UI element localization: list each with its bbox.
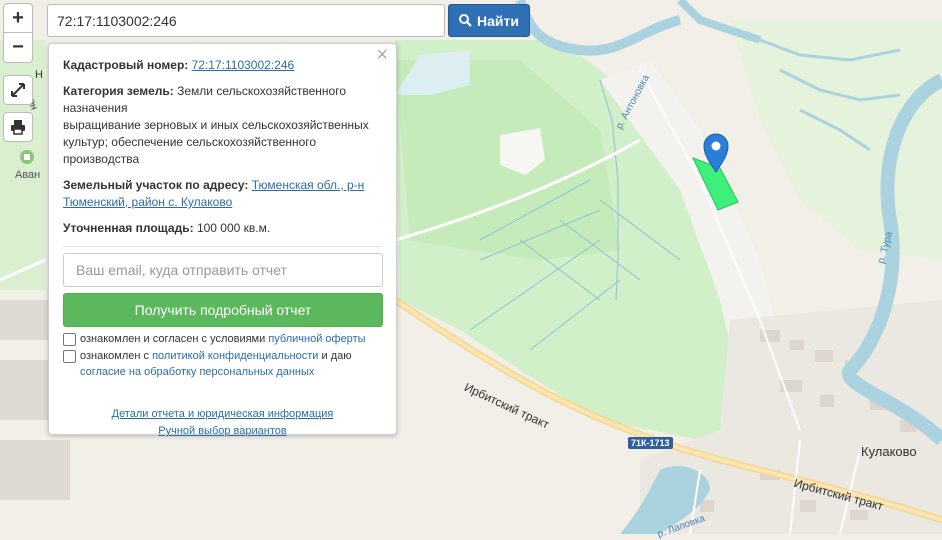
get-report-button[interactable]: Получить подробный отчет	[63, 293, 383, 327]
consent-privacy-label: и даю	[321, 350, 352, 362]
area-row: Уточненная площадь: 100 000 кв.м.	[63, 220, 382, 237]
consent-offer-text: ознакомлен и согласен с условиями публич…	[80, 331, 366, 347]
public-offer-link[interactable]: публичной оферты	[268, 333, 365, 345]
category-value: производства	[63, 152, 140, 166]
consent-privacy-row: ознакомлен с политикой конфиденциальност…	[63, 348, 382, 380]
cadastral-row: Кадастровый номер: 72:17:1103002:246	[63, 57, 382, 74]
address-link[interactable]: Тюменский, район с. Кулаково	[63, 195, 232, 209]
report-details-row: Детали отчета и юридическая информация	[63, 406, 382, 422]
category-value: Земли сельскохозяйственного	[177, 84, 347, 98]
category-value: назначения	[63, 101, 128, 115]
road-number-badge: 71К-1713	[628, 437, 673, 449]
search-button-label: Найти	[477, 12, 519, 29]
zoom-in-button[interactable]: +	[3, 3, 33, 33]
category-row: Категория земель: Земли сельскохозяйстве…	[63, 83, 382, 168]
address-label: Земельный участок по адресу:	[63, 178, 249, 192]
email-field[interactable]: Ваш email, куда отправить отчет	[63, 253, 383, 287]
area-label: Уточненная площадь:	[63, 221, 194, 235]
personal-data-consent-link[interactable]: согласие на обработку персональных данны…	[80, 366, 314, 378]
consent-offer-row: ознакомлен и согласен с условиями публич…	[63, 331, 382, 347]
category-value: культур; обеспечение сельскохозяйственно…	[63, 135, 317, 149]
street-label-partial: Н	[35, 69, 43, 81]
fullscreen-button[interactable]	[3, 75, 33, 105]
consent-offer-label: ознакомлен и согласен с условиями	[80, 333, 266, 345]
search-icon	[459, 14, 472, 27]
cadastral-label: Кадастровый номер:	[63, 58, 189, 72]
manual-selection-link[interactable]: Ручной выбор вариантов	[158, 425, 286, 437]
divider	[63, 246, 382, 247]
consent-offer-checkbox[interactable]	[63, 333, 76, 346]
consent-privacy-checkbox[interactable]	[63, 350, 76, 363]
printer-icon	[11, 120, 25, 135]
parcel-info-popup: × Кадастровый номер: 72:17:1103002:246 К…	[48, 43, 397, 437]
consent-privacy-label: ознакомлен с	[80, 350, 150, 362]
privacy-policy-link[interactable]: политикой конфиденциальности	[152, 350, 318, 362]
report-details-link[interactable]: Детали отчета и юридическая информация	[112, 408, 334, 420]
print-button[interactable]	[3, 112, 33, 142]
cadastral-link[interactable]: 72:17:1103002:246	[192, 58, 295, 72]
address-link[interactable]: Тюменская обл., р-н	[252, 178, 365, 192]
category-label: Категория земель:	[63, 84, 174, 98]
settlement-label-kulakovo: Кулаково	[861, 444, 917, 459]
expand-icon	[11, 83, 25, 97]
category-value: выращивание зерновых и иных сельскохозяй…	[63, 118, 369, 132]
area-value: 100 000 кв.м.	[196, 221, 271, 235]
poi-label-avan: Аван	[15, 169, 41, 181]
zoom-out-button[interactable]: −	[3, 33, 33, 63]
address-row: Земельный участок по адресу: Тюменская о…	[63, 177, 382, 211]
manual-selection-row: Ручной выбор вариантов	[63, 423, 382, 439]
close-icon[interactable]: ×	[376, 45, 388, 65]
consent-privacy-text: ознакомлен с политикой конфиденциальност…	[80, 348, 352, 380]
search-button[interactable]: Найти	[448, 4, 530, 37]
search-input[interactable]: 72:17:1103002:246	[47, 4, 445, 37]
poi-icon	[20, 150, 34, 164]
